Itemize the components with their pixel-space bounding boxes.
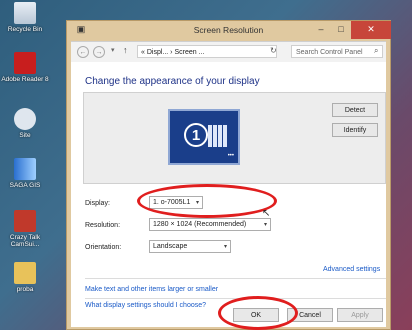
address-bar: ← → ▾ ↑ « Displ... › Screen ... ↻ Search… [71,41,386,62]
mouse-cursor-icon: ↖ [262,208,271,219]
title-bar[interactable]: ▣ Screen Resolution – □ ✕ [67,21,391,41]
monitor-display-1[interactable]: 1 ••• [168,109,240,165]
monitor-number: 1 [184,123,208,147]
crazytalk-icon [14,210,36,232]
desktop-icon-adobe-reader[interactable]: Adobe Reader 8 [0,52,50,83]
page-title: Change the appearance of your display [85,76,260,87]
forward-icon[interactable]: → [93,46,105,58]
divider [85,278,386,279]
breadcrumb[interactable]: « Displ... › Screen ... [137,45,277,58]
apply-button[interactable]: Apply [337,308,383,322]
desktop-icon-label: proba [16,286,34,293]
recycle-bin-icon [14,2,36,24]
desktop-icon-site[interactable]: Site [0,108,50,139]
up-icon[interactable]: ↑ [123,45,128,55]
desktop-icon-label: Crazy Talk CamSui... [9,234,41,248]
desktop-icon-crazytalk[interactable]: Crazy Talk CamSui... [0,210,50,248]
desktop-icon-proba[interactable]: proba [0,262,50,293]
saga-gis-icon [14,158,36,180]
chevron-down-icon: ▾ [263,222,267,228]
desktop-icon-recycle-bin[interactable]: Recycle Bin [0,2,50,33]
resolution-select[interactable]: 1280 × 1024 (Recommended) ▾ [149,218,271,231]
text-size-link[interactable]: Make text and other items larger or smal… [85,286,218,293]
orientation-label: Orientation: [85,244,122,251]
desktop-icon-saga-gis[interactable]: SAGA GIS [0,158,50,189]
annotation-ellipse-resolution [137,184,277,218]
desktop-icon-label: Recycle Bin [7,26,43,33]
desktop-icon-label: Site [19,132,31,139]
orientation-value: Landscape [153,243,188,250]
search-input[interactable]: Search Control Panel [291,45,383,58]
folder-icon [14,262,36,284]
orientation-select[interactable]: Landscape ▾ [149,240,231,253]
screen-resolution-window: ▣ Screen Resolution – □ ✕ ← → ▾ ↑ « Disp… [66,20,391,330]
site-icon [14,108,36,130]
minimize-button[interactable]: – [311,21,331,39]
display-settings-help-link[interactable]: What display settings should I choose? [85,302,206,309]
desktop-icon-label: SAGA GIS [9,182,41,189]
back-icon[interactable]: ← [77,46,89,58]
annotation-ellipse-ok [218,296,298,330]
monitor-grid-icon [208,125,228,147]
identify-button[interactable]: Identify [332,123,378,137]
advanced-settings-link[interactable]: Advanced settings [323,266,380,273]
display-label: Display: [85,200,110,207]
monitor-dots-icon: ••• [227,153,234,159]
refresh-icon[interactable]: ↻ [270,46,277,55]
desktop-icon-label: Adobe Reader 8 [1,76,49,83]
close-button[interactable]: ✕ [351,21,391,39]
resolution-label: Resolution: [85,222,121,229]
monitor-panel: 1 ••• Detect Identify [83,92,386,184]
recent-dropdown-icon[interactable]: ▾ [111,46,115,54]
search-icon[interactable]: ⌕ [374,46,378,56]
maximize-button[interactable]: □ [331,21,351,39]
detect-button[interactable]: Detect [332,103,378,117]
chevron-down-icon: ▾ [223,244,227,250]
adobe-reader-icon [14,52,36,74]
resolution-value: 1280 × 1024 (Recommended) [153,221,247,228]
